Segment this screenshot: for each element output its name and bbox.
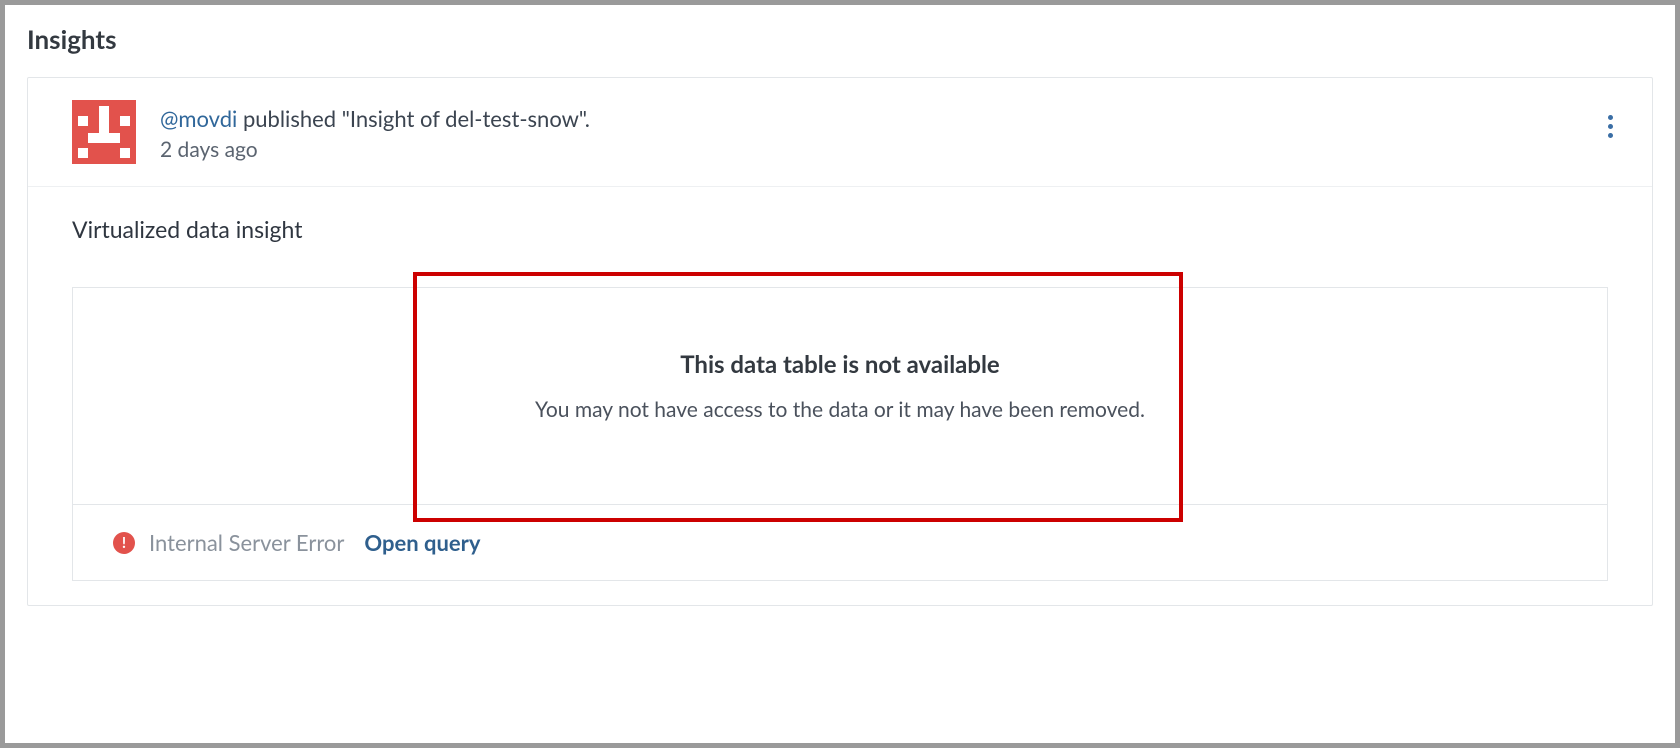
empty-state: This data table is not available You may… [73, 288, 1607, 504]
empty-state-subtext: You may not have access to the data or i… [93, 397, 1587, 422]
error-footer: ! Internal Server Error Open query [73, 504, 1607, 580]
user-handle-link[interactable]: @movdi [160, 105, 237, 132]
error-message: Internal Server Error [149, 529, 344, 556]
insight-card: @movdi published "Insight of del-test-sn… [27, 77, 1653, 606]
empty-state-heading: This data table is not available [93, 350, 1587, 379]
insight-card-body: Virtualized data insight This data table… [28, 187, 1652, 605]
publish-time: 2 days ago [160, 137, 1596, 162]
more-options-button[interactable] [1596, 106, 1624, 146]
publish-line: @movdi published "Insight of del-test-sn… [160, 104, 1596, 135]
error-icon: ! [113, 532, 135, 554]
page-title: Insights [27, 23, 1653, 55]
page-container: Insights @movdi published "Insight of de… [5, 5, 1675, 743]
user-avatar[interactable] [72, 100, 136, 164]
data-table-area: This data table is not available You may… [72, 287, 1608, 581]
publish-suffix: published "Insight of del-test-snow". [237, 105, 590, 132]
open-query-link[interactable]: Open query [364, 529, 480, 556]
insight-title: Virtualized data insight [72, 215, 1608, 243]
insight-card-header: @movdi published "Insight of del-test-sn… [28, 78, 1652, 187]
insight-header-text: @movdi published "Insight of del-test-sn… [160, 100, 1596, 162]
